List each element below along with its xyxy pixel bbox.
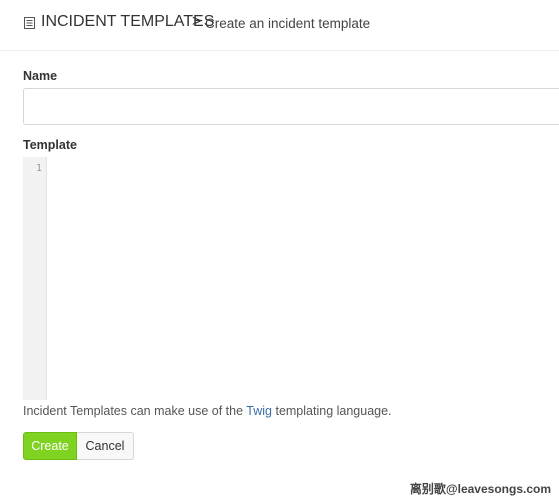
help-text: Incident Templates can make use of the T… xyxy=(23,404,392,418)
section-title-link[interactable]: INCIDENT TEMPLATES xyxy=(41,13,214,31)
editor-code-area[interactable] xyxy=(48,157,559,400)
twig-link[interactable]: Twig xyxy=(246,404,272,418)
help-text-prefix: Incident Templates can make use of the xyxy=(23,404,247,418)
page-header: INCIDENT TEMPLATES > Create an incident … xyxy=(0,0,559,51)
help-text-suffix: templating language. xyxy=(272,404,392,418)
name-label: Name xyxy=(23,69,58,83)
breadcrumb-separator: > xyxy=(192,13,202,30)
template-label: Template xyxy=(23,138,77,152)
editor-gutter: 1 xyxy=(23,157,47,400)
name-field[interactable] xyxy=(23,88,559,125)
line-number: 1 xyxy=(35,163,42,174)
create-button[interactable]: Create xyxy=(23,432,77,460)
document-icon xyxy=(24,17,35,29)
page-title: Create an incident template xyxy=(205,16,371,31)
cancel-button[interactable]: Cancel xyxy=(77,432,134,460)
template-editor[interactable]: 1 xyxy=(23,157,559,400)
watermark-text: 离别歌@leavesongs.com xyxy=(409,482,551,496)
